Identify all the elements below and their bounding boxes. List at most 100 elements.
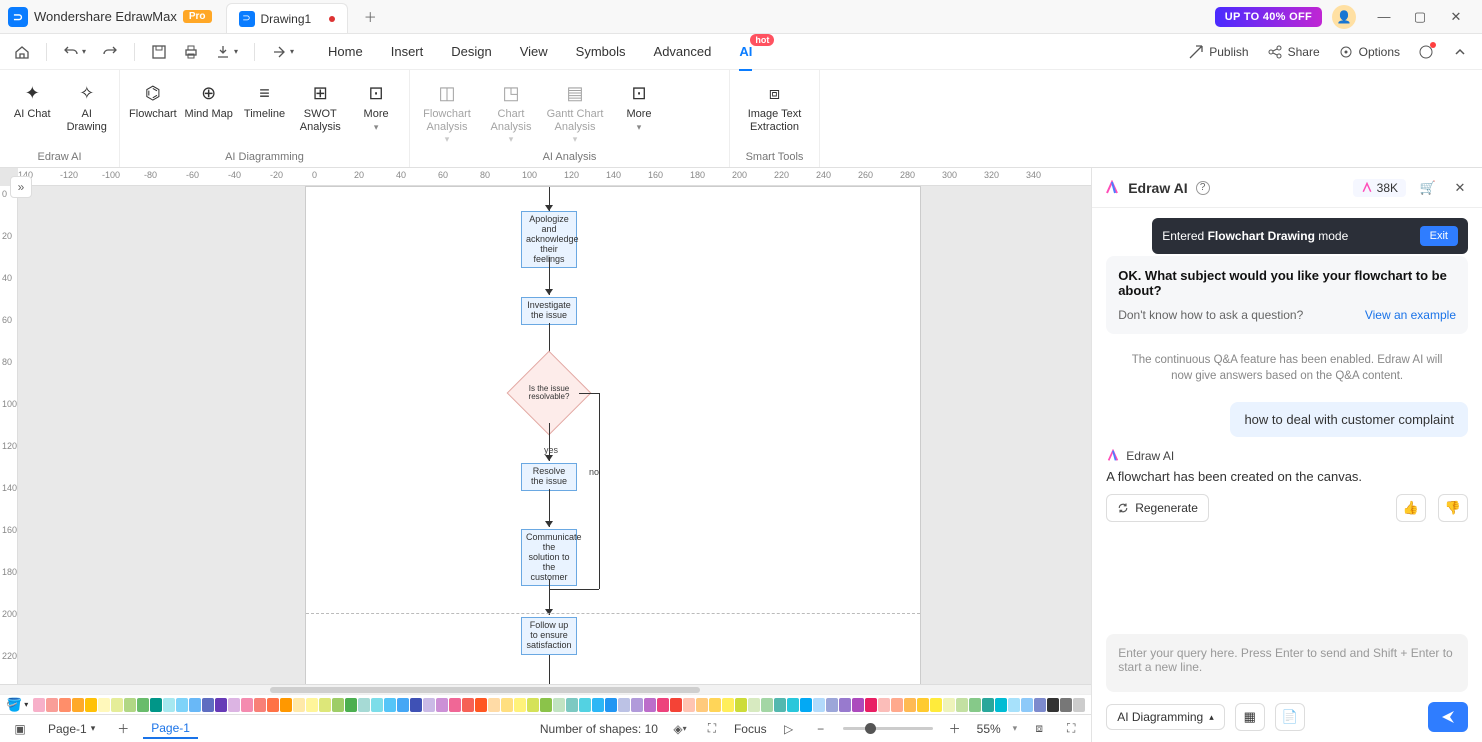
thumbs-down-button[interactable]: 👎 [1438,494,1468,522]
color-swatch[interactable] [254,698,266,712]
color-swatch[interactable] [306,698,318,712]
tab-symbols[interactable]: Symbols [576,40,626,63]
color-swatch[interactable] [579,698,591,712]
color-swatch[interactable] [267,698,279,712]
color-swatch[interactable] [956,698,968,712]
focus-mode-button[interactable]: ⛶ [702,719,722,739]
color-swatch[interactable] [59,698,71,712]
timeline-button[interactable]: ≡Timeline [240,76,290,121]
color-swatch[interactable] [891,698,903,712]
color-swatch[interactable] [787,698,799,712]
color-swatch[interactable] [644,698,656,712]
export-button[interactable]: ▾ [215,44,238,60]
page-selector[interactable]: Page-1▾ [40,720,103,738]
thumbs-up-button[interactable]: 👍 [1396,494,1426,522]
tab-design[interactable]: Design [451,40,491,63]
undo-button[interactable]: ▾ [63,44,86,60]
color-swatch[interactable] [982,698,994,712]
color-swatch[interactable] [241,698,253,712]
layers-button[interactable]: ◈▾ [670,719,690,739]
color-swatch[interactable] [98,698,110,712]
color-swatch[interactable] [800,698,812,712]
view-example-link[interactable]: View an example [1365,308,1456,322]
color-swatch[interactable] [709,698,721,712]
flowchart-decision[interactable]: Is the issue resolvable? [519,363,579,423]
color-swatch[interactable] [319,698,331,712]
ai-chat-button[interactable]: ✦AI Chat [8,76,57,121]
insert-diagram-button[interactable]: ▦ [1235,703,1265,731]
user-avatar[interactable]: 👤 [1332,5,1356,29]
ai-mode-select[interactable]: AI Diagramming ▴ [1106,704,1225,730]
page-surface[interactable]: Apologize and acknowledge their feelings… [305,186,921,684]
color-swatch[interactable] [943,698,955,712]
color-swatch[interactable] [1021,698,1033,712]
color-swatch[interactable] [163,698,175,712]
print-button[interactable] [183,44,199,60]
color-swatch[interactable] [969,698,981,712]
exit-mode-button[interactable]: Exit [1420,226,1458,246]
color-swatch[interactable] [1073,698,1085,712]
tab-ai[interactable]: AI hot [739,40,752,63]
zoom-in-button[interactable]: ＋ [945,719,965,739]
color-swatch[interactable] [72,698,84,712]
publish-button[interactable]: Publish [1188,44,1248,60]
scrollbar-thumb[interactable] [270,687,700,693]
flowchart-node[interactable]: Follow up to ensure satisfaction [521,617,577,655]
color-swatch[interactable] [553,698,565,712]
pages-panel-button[interactable]: ▣ [10,719,30,739]
close-panel-button[interactable]: ✕ [1450,178,1470,198]
image-text-extraction-button[interactable]: ⧈Image Text Extraction [738,76,811,133]
color-swatch[interactable] [228,698,240,712]
tab-view[interactable]: View [520,40,548,63]
color-swatch[interactable] [631,698,643,712]
color-swatch[interactable] [657,698,669,712]
help-icon[interactable]: ? [1196,181,1210,195]
color-swatch[interactable] [371,698,383,712]
color-swatch[interactable] [137,698,149,712]
color-swatch[interactable] [111,698,123,712]
color-swatch[interactable] [1034,698,1046,712]
color-swatch[interactable] [839,698,851,712]
color-swatch[interactable] [85,698,97,712]
share-icon-button[interactable]: ▾ [271,44,294,60]
paint-bucket-icon[interactable]: 🪣▾ [6,697,28,713]
color-swatch[interactable] [865,698,877,712]
color-swatch[interactable] [995,698,1007,712]
color-swatch[interactable] [852,698,864,712]
new-tab-button[interactable]: ＋ [358,5,382,29]
color-swatch[interactable] [540,698,552,712]
color-swatch[interactable] [189,698,201,712]
options-button[interactable]: Options [1338,44,1400,60]
redo-button[interactable] [102,44,118,60]
color-swatch[interactable] [384,698,396,712]
canvas[interactable]: Apologize and acknowledge their feelings… [18,186,1091,684]
color-swatch[interactable] [1047,698,1059,712]
color-swatch[interactable] [696,698,708,712]
color-swatch[interactable] [501,698,513,712]
fit-page-button[interactable]: ⧈ [1029,719,1049,739]
color-swatch[interactable] [280,698,292,712]
share-button[interactable]: Share [1267,44,1320,60]
color-swatch[interactable] [449,698,461,712]
color-swatch[interactable] [722,698,734,712]
send-button[interactable] [1428,702,1468,732]
color-swatch[interactable] [423,698,435,712]
close-button[interactable]: ✕ [1438,4,1474,30]
flowchart-node[interactable]: Investigate the issue [521,297,577,325]
flowchart-node[interactable]: Communicate the solution to the customer [521,529,577,586]
regenerate-button[interactable]: Regenerate [1106,494,1209,522]
color-swatch[interactable] [410,698,422,712]
page-tab[interactable]: Page-1 [143,719,198,739]
zoom-out-button[interactable]: − [811,719,831,739]
presentation-button[interactable]: ▷ [779,719,799,739]
cart-icon[interactable]: 🛒 [1418,178,1438,198]
color-swatch[interactable] [1008,698,1020,712]
swot-button[interactable]: ⊞SWOT Analysis [295,76,345,133]
color-swatch[interactable] [124,698,136,712]
more-diagram-button[interactable]: ⊡More▾ [351,76,401,133]
color-swatch[interactable] [33,698,45,712]
color-swatch[interactable] [1060,698,1072,712]
color-swatch[interactable] [735,698,747,712]
color-swatch[interactable] [683,698,695,712]
color-swatch[interactable] [566,698,578,712]
